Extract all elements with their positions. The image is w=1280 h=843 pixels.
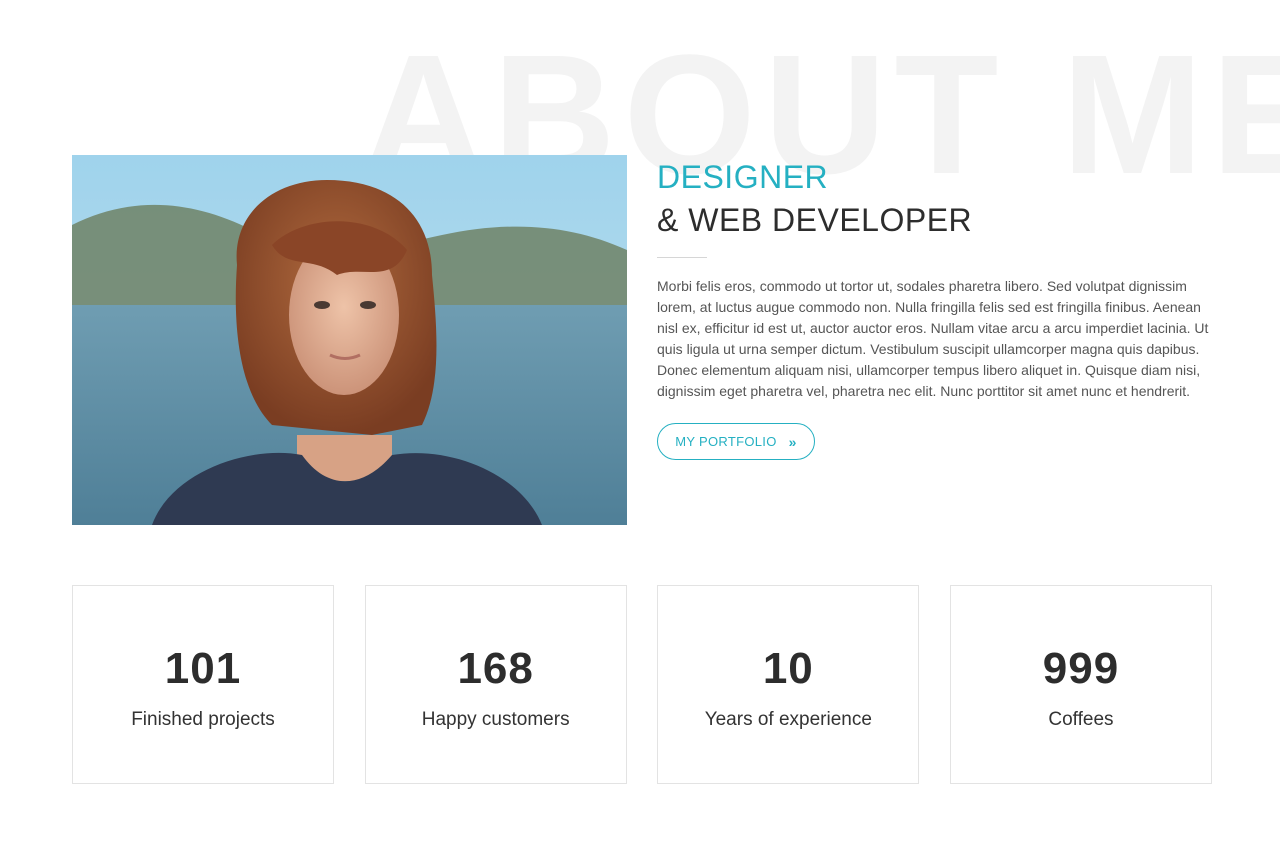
stat-label: Finished projects [131, 709, 275, 730]
role-title-primary: DESIGNER [657, 159, 829, 195]
title-divider [657, 257, 707, 258]
profile-photo [72, 155, 627, 525]
stat-card-projects: 101 Finished projects [72, 585, 334, 784]
double-chevron-right-icon: » [788, 433, 797, 450]
stat-number: 10 [762, 644, 814, 693]
portfolio-button-label: MY PORTFOLIO [675, 434, 777, 449]
stat-number: 168 [457, 644, 534, 693]
stat-card-customers: 168 Happy customers [364, 585, 627, 784]
stat-card-experience: 10 Years of experience [657, 585, 920, 784]
bio-paragraph: Morbi felis eros, commodo ut tortor ut, … [657, 278, 1209, 399]
role-title-secondary: & WEB DEVELOPER [657, 202, 973, 238]
about-content: DESIGNER & WEB DEVELOPER Morbi felis ero… [657, 158, 1212, 460]
portfolio-button[interactable]: MY PORTFOLIO » [657, 423, 815, 460]
stat-label: Coffees [1048, 709, 1114, 730]
stat-number: 999 [1042, 644, 1120, 693]
stat-number: 101 [164, 644, 242, 693]
stat-card-coffees: 999 Coffees [949, 585, 1212, 784]
stats-row: 101 Finished projects 168 Happy customer… [72, 585, 1212, 784]
stat-label: Happy customers [421, 709, 570, 730]
stat-label: Years of experience [704, 709, 872, 730]
